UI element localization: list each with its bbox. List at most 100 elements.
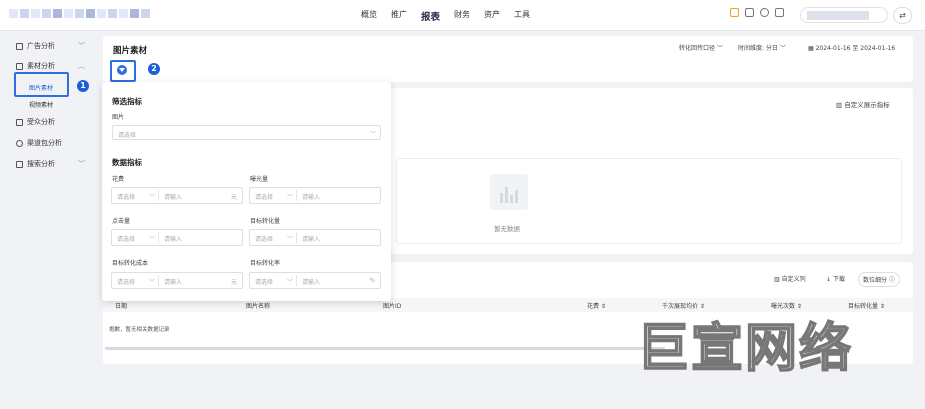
metric-label-impressions: 曝光量 xyxy=(250,176,269,183)
filter-section-title: 筛选指标 xyxy=(112,97,142,106)
unit-label: 元 xyxy=(230,279,237,286)
chevron-up-icon: ︿ xyxy=(78,62,85,70)
value-input[interactable]: 请输入 xyxy=(164,234,182,243)
operator-select[interactable]: 请选择 xyxy=(117,192,135,201)
chevron-down-icon: ﹀ xyxy=(149,194,156,201)
metric-filter-conversions[interactable]: 请选择 ﹀ 请输入 xyxy=(249,229,381,246)
unit-label: % xyxy=(369,277,375,284)
chevron-down-icon: ﹀ xyxy=(78,160,85,168)
digit-breakdown-button[interactable]: 数位细分 ⓘ xyxy=(858,272,900,287)
chevron-down-icon: ﹀ xyxy=(287,279,294,286)
sidebar-item-label: 素材分析 xyxy=(27,62,55,70)
filter-panel: 筛选指标 图片 请选择 ﹀ 数据指标 花费 请选择 ﹀ 请输入元 曝光量 请选择 ﹀… xyxy=(102,82,391,301)
header-card xyxy=(103,36,913,82)
chart-empty-area: 暂无数据 xyxy=(396,158,902,244)
metric-filter-conversion-rate[interactable]: 请选择 ﹀ 请输入% xyxy=(249,272,381,289)
chart-icon: ▥ xyxy=(836,101,845,109)
search-icon xyxy=(16,160,23,168)
download-button[interactable]: ↓ 下载 xyxy=(826,274,845,283)
image-filter-label: 图片 xyxy=(112,114,125,121)
sidebar-item-ad-analysis[interactable]: 广告分析 ﹀ xyxy=(16,41,85,51)
nav-item-reports[interactable]: 报表 xyxy=(421,9,440,23)
highlight-image-material xyxy=(14,72,69,97)
value-input[interactable]: 请输入 xyxy=(302,277,320,286)
annotation-badge-2: 2 xyxy=(148,63,160,75)
conversion-select[interactable]: 转化回传口径 ﹀ xyxy=(679,43,723,52)
sidebar-item-label: 渠道包分析 xyxy=(27,139,62,147)
empty-state-text: 暂无数据 xyxy=(494,225,520,233)
sidebar-sub-video-material[interactable]: 视频素材 xyxy=(29,100,53,109)
metric-label-cost: 花费 xyxy=(112,176,125,183)
download-icon: ↓ xyxy=(826,276,833,283)
operator-select[interactable]: 请选择 xyxy=(117,277,135,286)
account-selector[interactable] xyxy=(800,7,888,23)
main-nav: 概览 推广 报表 财务 资产 工具 xyxy=(361,9,544,23)
col-header-conversions[interactable]: 目标转化量 ⇕ xyxy=(848,301,885,310)
message-icon[interactable] xyxy=(730,8,739,17)
chart-icon xyxy=(16,42,23,50)
package-icon xyxy=(16,139,23,147)
help-icon[interactable] xyxy=(760,8,769,17)
metric-filter-cost[interactable]: 请选择 ﹀ 请输入 元 xyxy=(111,187,243,204)
digit-breakdown-label: 数位细分 xyxy=(863,277,888,284)
switch-account-icon[interactable]: ⇄ xyxy=(893,7,912,24)
notebook-icon[interactable] xyxy=(745,8,754,17)
operator-select[interactable]: 请选择 xyxy=(255,277,273,286)
account-name-blurred xyxy=(807,11,869,20)
value-input[interactable]: 请输入 xyxy=(302,234,320,243)
sidebar-item-label: 广告分析 xyxy=(27,42,55,50)
value-input[interactable]: 请输入 xyxy=(164,277,182,286)
image-select[interactable]: 请选择 ﹀ xyxy=(112,125,381,140)
chevron-down-icon: ﹀ xyxy=(369,131,376,138)
granularity-select[interactable]: 时间维度: 分日 ﹀ xyxy=(738,43,786,52)
nav-item-assets[interactable]: 资产 xyxy=(484,9,500,23)
sidebar-item-audience-analysis[interactable]: 受众分析 xyxy=(16,117,55,127)
sidebar-item-label: 受众分析 xyxy=(27,118,55,126)
page-title: 图片素材 xyxy=(113,46,148,56)
metric-label-conversions: 目标转化量 xyxy=(250,218,281,225)
metric-filter-impressions[interactable]: 请选择 ﹀ 请输入 xyxy=(249,187,381,204)
horizontal-scrollbar[interactable] xyxy=(105,347,665,350)
custom-metrics-label: 自定义展示指标 xyxy=(844,101,890,109)
mobile-icon[interactable] xyxy=(775,8,784,17)
col-header-date: 日期 xyxy=(115,303,128,310)
empty-chart-icon xyxy=(490,174,528,210)
image-select-placeholder: 请选择 xyxy=(118,132,137,139)
sidebar-item-channel-analysis[interactable]: 渠道包分析 xyxy=(16,138,62,148)
operator-select[interactable]: 请选择 xyxy=(255,192,273,201)
nav-item-tools[interactable]: 工具 xyxy=(514,9,530,23)
calendar-icon: ▦ xyxy=(808,45,816,52)
metric-filter-clicks[interactable]: 请选择 ﹀ 请输入 xyxy=(111,229,243,246)
value-input[interactable]: 请输入 xyxy=(302,192,320,201)
custom-columns-label: 自定义列 xyxy=(781,276,806,283)
metrics-section-title: 数据指标 xyxy=(112,158,142,167)
metric-label-conversion-rate: 目标转化率 xyxy=(250,260,281,267)
metric-filter-conversion-cost[interactable]: 请选择 ﹀ 请输入 元 xyxy=(111,272,243,289)
custom-columns-button[interactable]: ▥ 自定义列 xyxy=(774,274,806,283)
col-header-cost[interactable]: 花费 ⇕ xyxy=(587,301,606,310)
top-right-icons xyxy=(730,8,790,17)
granularity-label: 时间维度: 分日 xyxy=(738,45,778,52)
sidebar-item-material-analysis[interactable]: 素材分析 ︿ xyxy=(16,61,85,71)
brand-logo xyxy=(9,9,150,18)
col-header-image-name: 图片名称 xyxy=(246,303,271,310)
custom-metrics-button[interactable]: ▥ 自定义展示指标 xyxy=(836,99,890,109)
chevron-down-icon: ﹀ xyxy=(287,194,294,201)
nav-item-promotion[interactable]: 推广 xyxy=(391,9,407,23)
annotation-badge-1: 1 xyxy=(77,80,89,92)
image-icon xyxy=(16,62,23,70)
metric-label-conversion-cost: 目标转化成本 xyxy=(112,260,149,267)
nav-item-overview[interactable]: 概览 xyxy=(361,9,377,23)
operator-select[interactable]: 请选择 xyxy=(117,234,135,243)
top-bar: 概览 推广 报表 财务 资产 工具 ⇄ xyxy=(0,0,925,31)
sidebar-item-label: 搜索分析 xyxy=(27,160,55,168)
conversion-label: 转化回传口径 xyxy=(679,45,716,52)
value-input[interactable]: 请输入 xyxy=(164,192,182,201)
unit-label: 元 xyxy=(230,194,237,201)
operator-select[interactable]: 请选择 xyxy=(255,234,273,243)
chevron-down-icon: ﹀ xyxy=(287,236,294,243)
date-range-picker[interactable]: ▦ 2024-01-16 至 2024-01-16 xyxy=(808,43,895,52)
nav-item-finance[interactable]: 财务 xyxy=(454,9,470,23)
watermark-text: 巨宣网络 xyxy=(636,318,854,380)
sidebar-item-search-analysis[interactable]: 搜索分析 ﹀ xyxy=(16,159,85,169)
